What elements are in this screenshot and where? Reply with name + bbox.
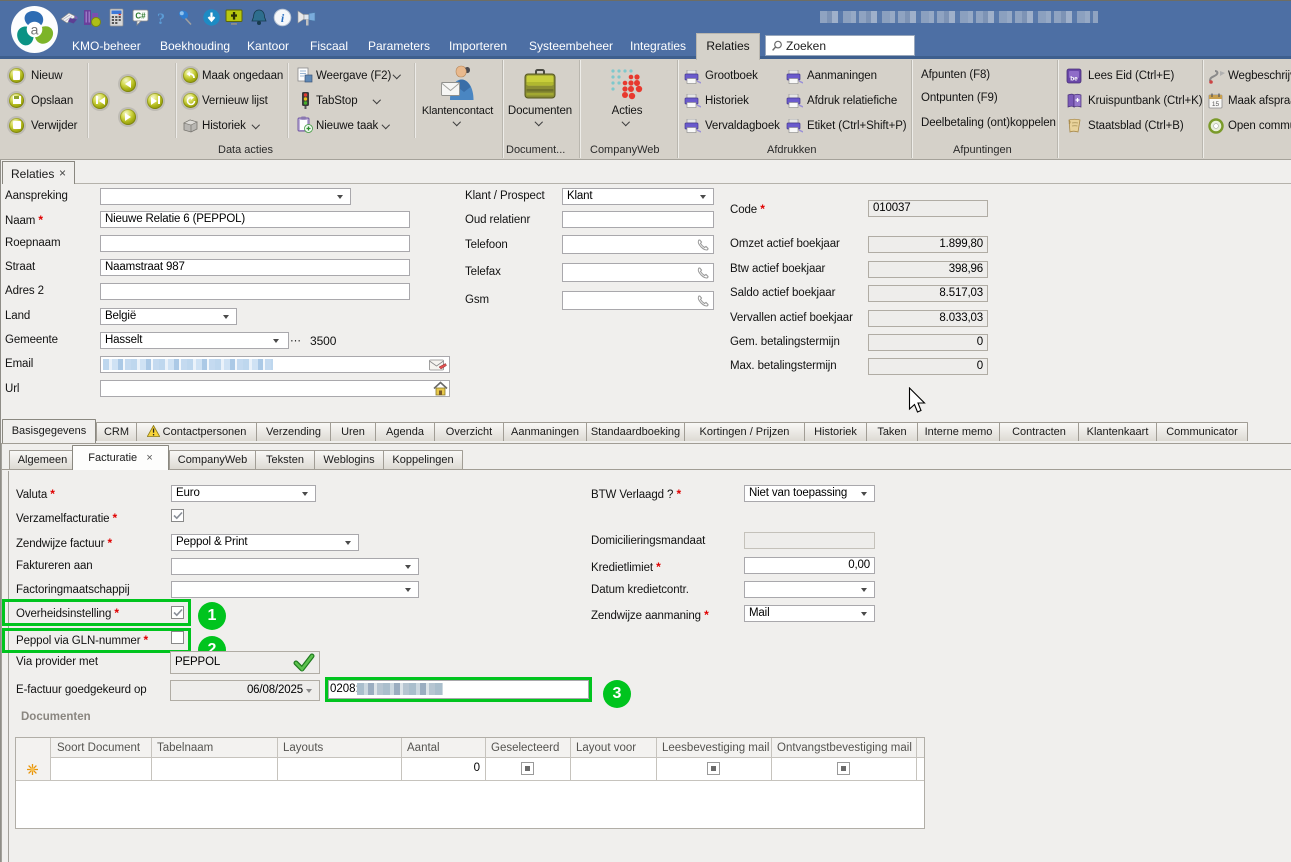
svg-text:C#: C# [135,12,146,21]
svg-text:be: be [1070,76,1078,83]
svg-text:15: 15 [1212,101,1220,108]
svg-text:?: ? [157,11,165,28]
